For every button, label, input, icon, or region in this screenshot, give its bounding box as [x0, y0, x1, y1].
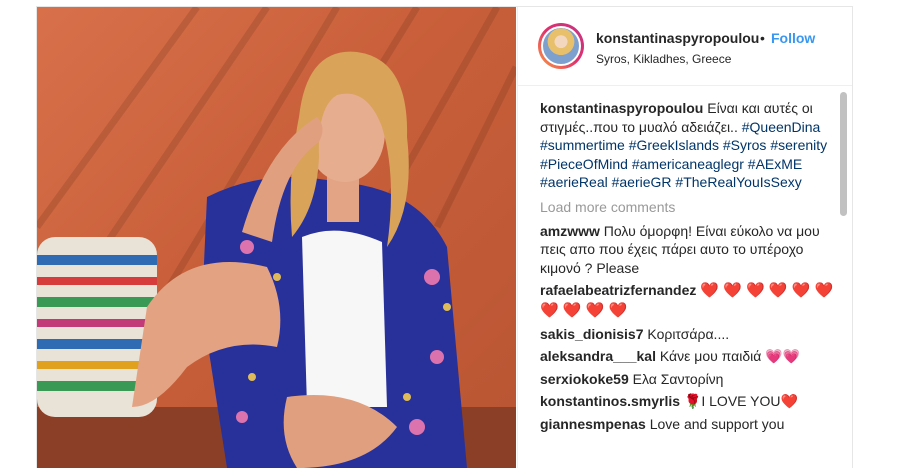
comment-item: aleksandra___kal Κάνε μου παιδιά 💗💗 [540, 347, 836, 366]
comment-text: Love and support you [649, 415, 785, 432]
hashtag-link[interactable]: #AExME [748, 156, 802, 172]
comment-username[interactable]: rafaelabeatrizfernandez [540, 282, 696, 298]
follow-button[interactable]: Follow [771, 30, 815, 46]
post-photo-illustration [37, 7, 516, 468]
comment-item: serxiokoke59 Ελα Σαντορίνη [540, 370, 836, 389]
hashtag-link[interactable]: #summertime [540, 137, 625, 153]
comment-username[interactable]: amzwww [540, 223, 600, 239]
comment-item: konstantinos.smyrlis 🌹I LOVE YOU❤️ [540, 392, 836, 411]
comment-username[interactable]: konstantinos.smyrlis [540, 393, 680, 409]
header-username[interactable]: konstantinaspyropoulou [596, 30, 759, 46]
hashtag-link[interactable]: #serenity [770, 137, 827, 153]
hashtag-link[interactable]: #TheRealYouIsSexy [675, 174, 801, 190]
comment-username[interactable]: serxiokoke59 [540, 371, 629, 387]
hashtag-link[interactable]: #QueenDina [742, 119, 821, 135]
comment-text: Ελα Σαντορίνη [632, 370, 724, 387]
comments-scrollbar[interactable] [840, 92, 847, 468]
post-sidebar: konstantinaspyropoulou • Follow Syros, K… [517, 7, 852, 468]
caption-username[interactable]: konstantinaspyropoulou [540, 100, 703, 116]
comments-list: konstantinaspyropoulou Είναι και αυτές ο… [540, 99, 836, 438]
location-link[interactable]: Syros, Kikladhes, Greece [596, 52, 731, 66]
post-header: konstantinaspyropoulou • Follow Syros, K… [518, 7, 852, 86]
hashtag-link[interactable]: #PieceOfMind [540, 156, 628, 172]
comment-username[interactable]: giannesmpenas [540, 416, 646, 432]
comment-username[interactable]: aleksandra___kal [540, 348, 656, 364]
hashtag-link[interactable]: #americaneaglegr [632, 156, 744, 172]
comment-item: giannesmpenas Love and support you [540, 415, 836, 434]
avatar-image [541, 26, 581, 66]
scrollbar-thumb[interactable] [840, 92, 847, 216]
comment-item: amzwww Πολυ όμορφη! Είναι εύκολο να μου … [540, 222, 836, 278]
hashtag-link[interactable]: #aerieGR [612, 174, 672, 190]
separator-dot: • [760, 30, 765, 46]
comment-text: Κάνε μου παιδιά 💗💗 [659, 348, 801, 365]
hashtag-link[interactable]: #GreekIslands [629, 137, 719, 153]
caption: konstantinaspyropoulou Είναι και αυτές ο… [540, 99, 836, 192]
comment-text: 🌹I LOVE YOU❤️ [683, 393, 798, 410]
hashtag-link[interactable]: #aerieReal [540, 174, 608, 190]
comment-item: rafaelabeatrizfernandez ❤️ ❤️ ❤️ ❤️ ❤️ ❤… [540, 281, 836, 320]
hashtag-link[interactable]: #Syros [723, 137, 767, 153]
post-container: konstantinaspyropoulou • Follow Syros, K… [36, 6, 853, 468]
post-photo[interactable] [37, 7, 516, 468]
avatar[interactable] [538, 23, 584, 69]
comment-item: sakis_dionisis7 Κοριτσάρα.... [540, 325, 836, 344]
load-more-comments-button[interactable]: Load more comments [540, 198, 836, 217]
comment-text: Κοριτσάρα.... [647, 325, 730, 342]
comment-username[interactable]: sakis_dionisis7 [540, 326, 644, 342]
